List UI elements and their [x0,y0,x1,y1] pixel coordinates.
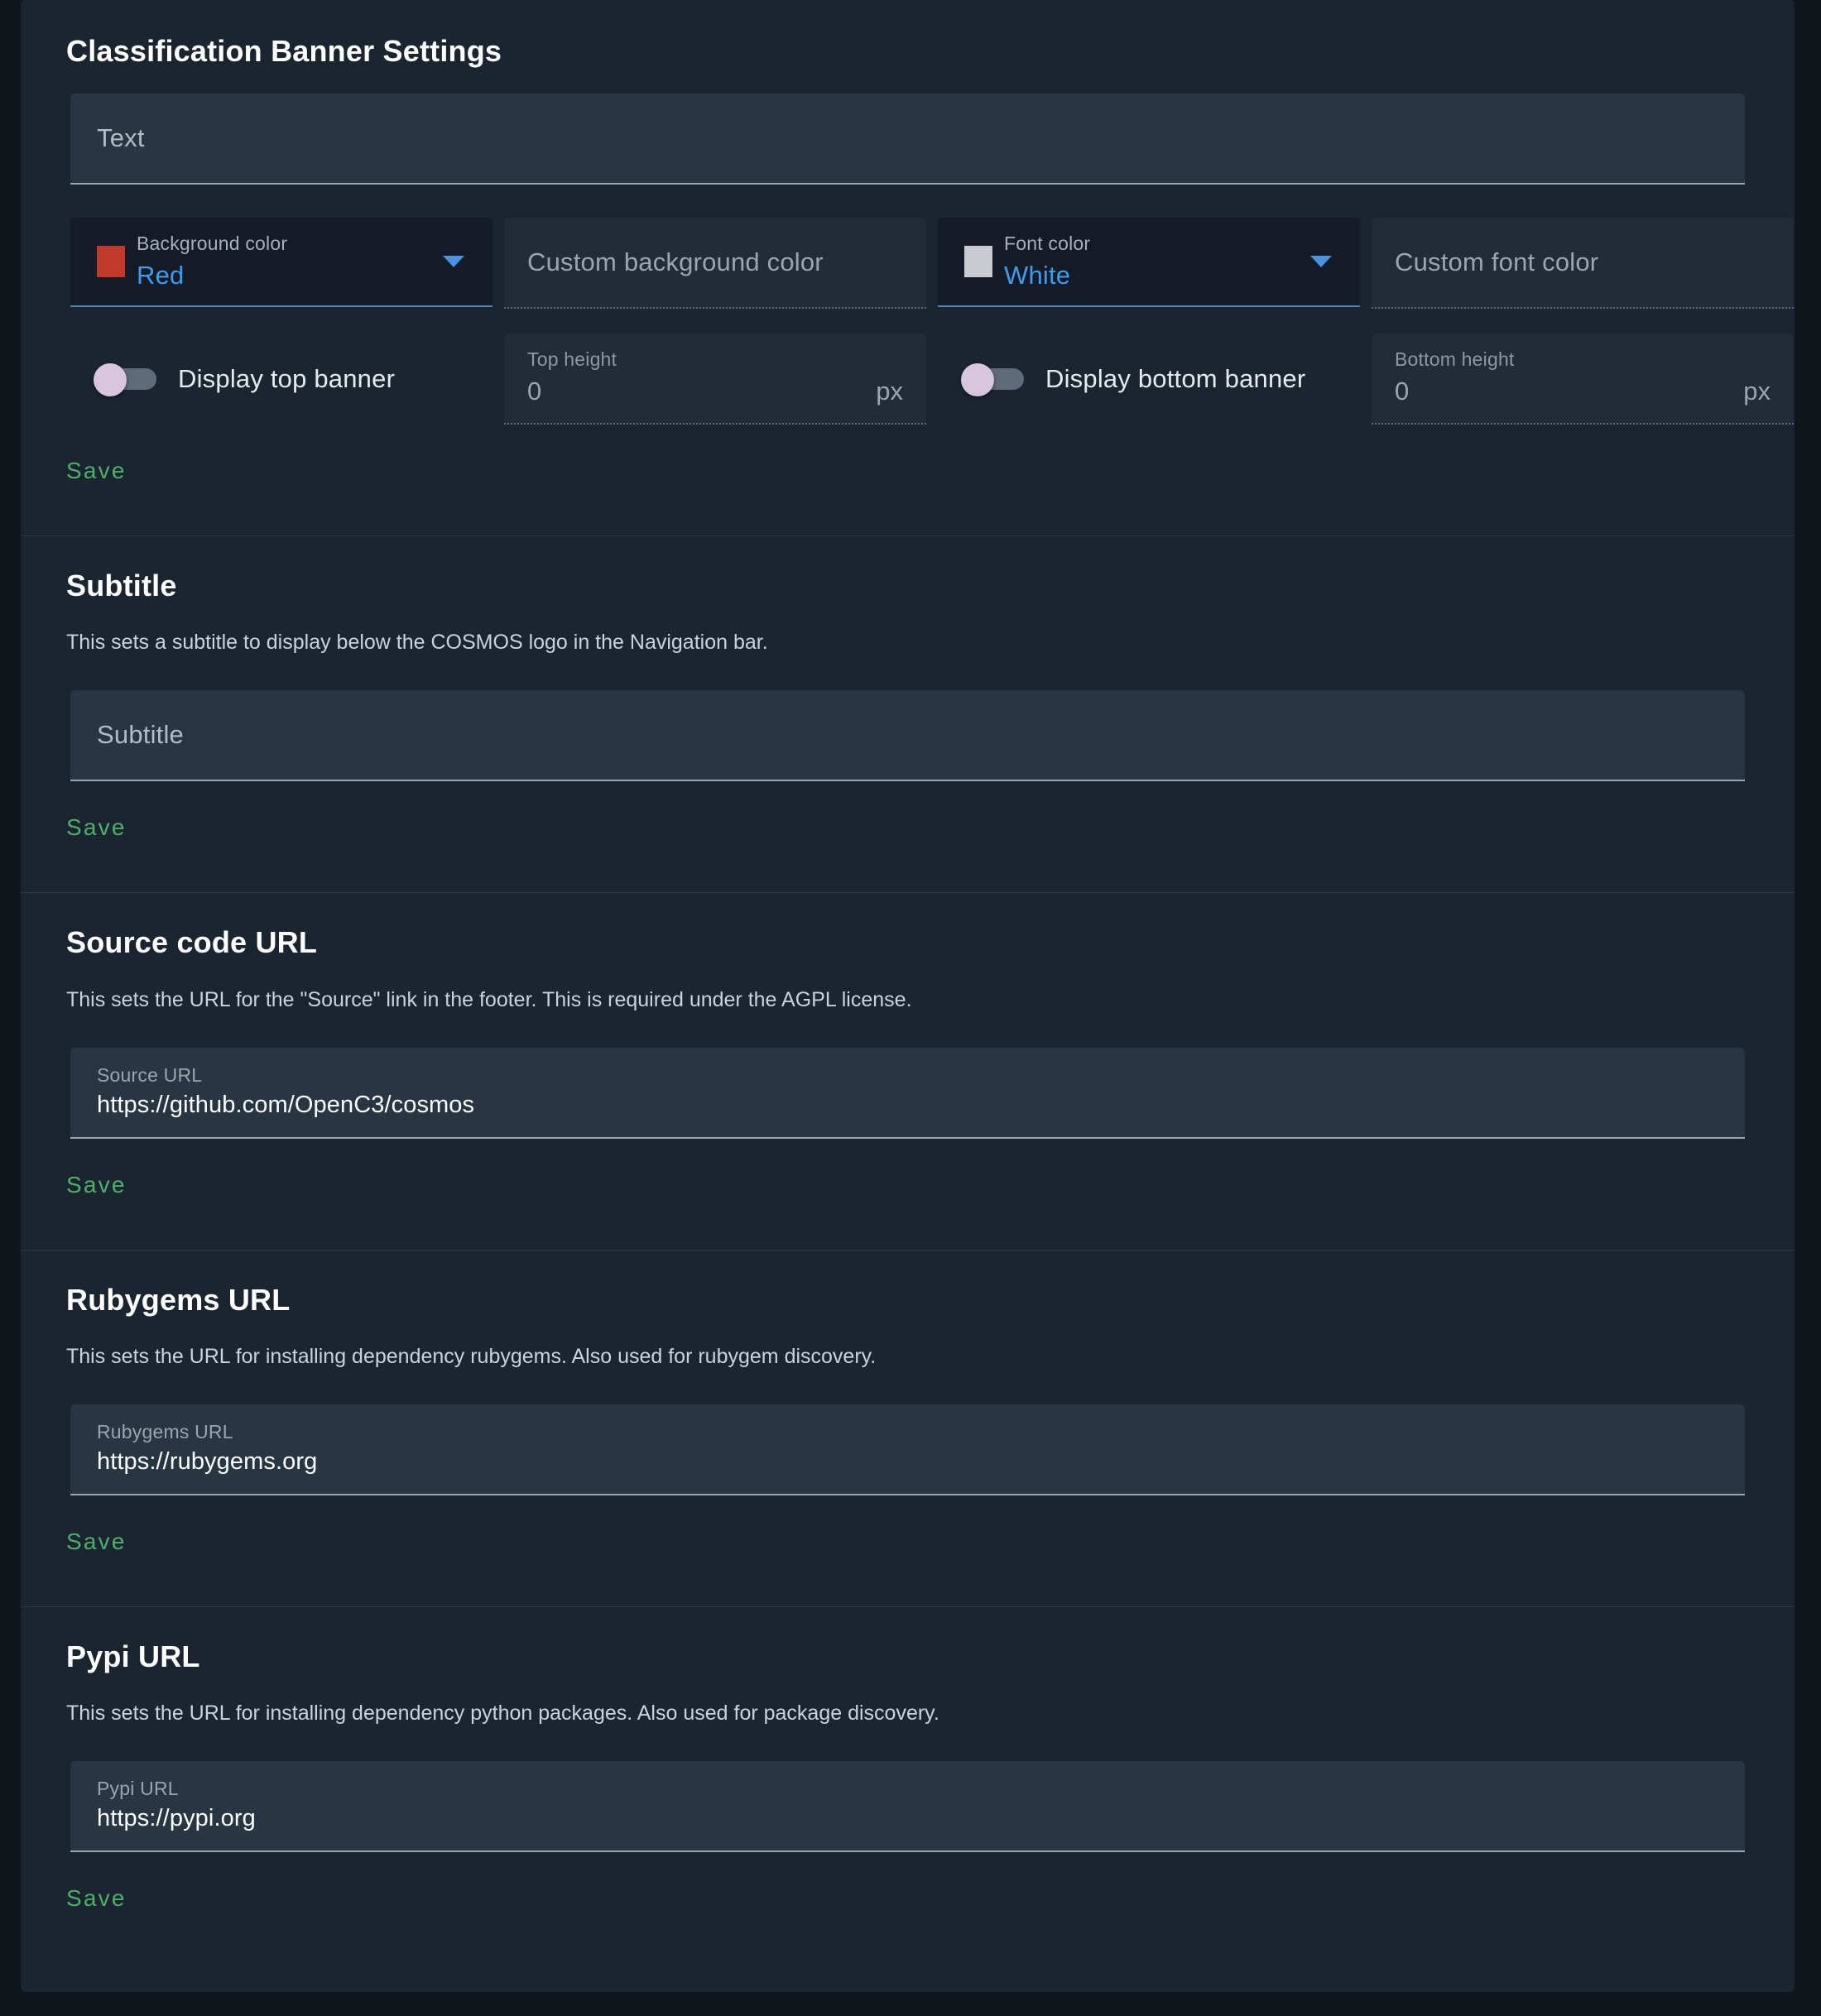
display-bottom-banner-label: Display bottom banner [1045,364,1306,394]
toggle-thumb [961,363,994,397]
font-color-label: Font color [1004,233,1091,255]
save-button-subtitle[interactable]: Save [66,814,127,841]
source-url-label: Source URL [97,1063,203,1086]
page-title: Classification Banner Settings [66,34,502,68]
banner-text-input[interactable]: Text [70,94,1745,185]
background-color-swatch-icon [97,246,125,278]
subtitle-heading: Subtitle [66,569,177,603]
display-bottom-banner-toggle[interactable]: Display bottom banner [938,334,1360,425]
background-color-label: Background color [137,233,288,255]
custom-background-color-input[interactable]: Custom background color [504,218,926,310]
source-url-value: https://github.com/OpenC3/cosmos [97,1091,475,1118]
section-source-code-url: Source code URL This sets the URL for th… [21,892,1795,1250]
subtitle-description: This sets a subtitle to display below th… [66,631,768,655]
bottom-height-suffix: px [1743,377,1771,406]
section-subtitle: Subtitle This sets a subtitle to display… [21,535,1795,893]
rubygems-url-value: https://rubygems.org [97,1447,318,1475]
source-url-input[interactable]: Source URL https://github.com/OpenC3/cos… [70,1047,1745,1139]
toggle-thumb [94,363,127,397]
toggle-switch[interactable] [94,363,158,397]
font-color-select[interactable]: Font color White [938,218,1360,308]
subtitle-placeholder: Subtitle [97,720,184,750]
rubygems-url-label: Rubygems URL [97,1420,233,1442]
section-rubygems-url: Rubygems URL This sets the URL for insta… [21,1249,1795,1606]
save-button-rubygems-url[interactable]: Save [66,1529,127,1555]
pypi-url-value: https://pypi.org [97,1804,256,1831]
bottom-height-label: Bottom height [1395,348,1515,371]
pypi-url-input[interactable]: Pypi URL https://pypi.org [70,1760,1745,1852]
rubygems-url-input[interactable]: Rubygems URL https://rubygems.org [70,1404,1745,1495]
pypi-url-label: Pypi URL [97,1777,179,1799]
subtitle-input[interactable]: Subtitle [70,690,1745,782]
section-classification-banner: Classification Banner Settings Text Back… [21,0,1795,536]
background-color-select[interactable]: Background color Red [70,218,492,308]
custom-background-color-placeholder: Custom background color [527,247,824,277]
settings-page: Classification Banner Settings Text Back… [0,0,1821,2016]
top-height-label: Top height [527,348,617,371]
chevron-down-icon[interactable] [1310,256,1332,268]
save-button-banner[interactable]: Save [66,458,127,484]
section-pypi-url: Pypi URL This sets the URL for installin… [21,1606,1795,1992]
chevron-down-icon[interactable] [443,256,464,268]
pypi-url-description: This sets the URL for installing depende… [66,1701,939,1725]
custom-font-color-placeholder: Custom font color [1395,247,1599,277]
font-color-value: White [1004,261,1071,290]
save-button-source-code-url[interactable]: Save [66,1172,127,1198]
banner-color-row: Background color Red Custom background c… [46,218,1794,310]
banner-toggle-row: Display top banner Top height 0 px Displ… [46,334,1794,425]
display-top-banner-toggle[interactable]: Display top banner [70,334,492,425]
pypi-url-heading: Pypi URL [66,1639,200,1673]
background-color-value: Red [137,261,185,290]
banner-text-placeholder: Text [97,123,145,153]
source-code-url-description: This sets the URL for the "Source" link … [66,987,912,1011]
settings-card: Classification Banner Settings Text Back… [21,0,1795,1992]
bottom-height-value: 0 [1395,377,1410,406]
rubygems-url-heading: Rubygems URL [66,1282,291,1317]
rubygems-url-description: This sets the URL for installing depende… [66,1344,877,1368]
bottom-height-input[interactable]: Bottom height 0 px [1372,334,1794,425]
toggle-switch[interactable] [961,363,1026,397]
top-height-suffix: px [876,377,903,406]
display-top-banner-label: Display top banner [178,364,396,394]
save-button-pypi-url[interactable]: Save [66,1885,127,1912]
custom-font-color-input[interactable]: Custom font color [1372,218,1794,310]
top-height-value: 0 [527,377,542,406]
top-height-input[interactable]: Top height 0 px [504,334,926,425]
font-color-swatch-icon [964,246,992,278]
source-code-url-heading: Source code URL [66,925,318,960]
